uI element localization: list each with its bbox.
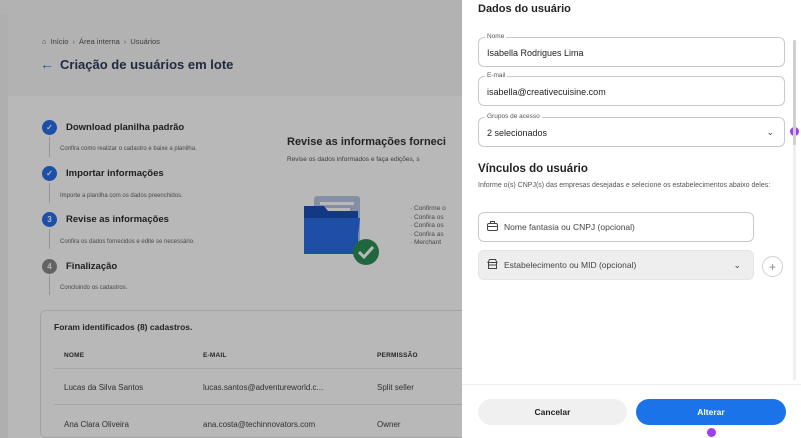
store-icon: [487, 259, 498, 271]
name-field[interactable]: Nome Isabella Rodrigues Lima: [478, 33, 785, 67]
cnpj-placeholder: Nome fantasia ou CNPJ (opcional): [504, 222, 635, 232]
alter-button[interactable]: Alterar: [636, 399, 786, 425]
modal-overlay[interactable]: [0, 0, 462, 438]
add-link-button[interactable]: +: [762, 256, 783, 277]
plus-icon: +: [768, 259, 776, 274]
cnpj-search-input[interactable]: Nome fantasia ou CNPJ (opcional): [478, 212, 754, 242]
panel-scrollbar[interactable]: [793, 40, 796, 380]
email-field[interactable]: E-mail isabella@creativecuisine.com: [478, 72, 785, 106]
establishment-placeholder: Estabelecimento ou MID (opcional): [504, 260, 637, 270]
briefcase-icon: [487, 221, 498, 233]
panel-title: Dados do usuário: [478, 3, 571, 15]
name-label: Nome: [485, 33, 507, 40]
links-description: Informe o(s) CNPJ(s) das empresas deseja…: [478, 182, 771, 189]
access-groups-label: Grupos de acesso: [485, 113, 542, 120]
chevron-down-icon: ⌄: [766, 127, 774, 137]
chevron-down-icon: ⌄: [733, 260, 741, 270]
name-value[interactable]: Isabella Rodrigues Lima: [487, 48, 584, 58]
footer-divider: [462, 384, 801, 385]
access-groups-value: 2 selecionados: [487, 128, 548, 138]
email-value[interactable]: isabella@creativecuisine.com: [487, 87, 606, 97]
links-title: Vínculos do usuário: [478, 163, 588, 175]
email-label: E-mail: [485, 72, 508, 79]
scrollbar-thumb[interactable]: [793, 40, 796, 145]
establishment-select[interactable]: Estabelecimento ou MID (opcional) ⌄: [478, 250, 754, 280]
cancel-button[interactable]: Cancelar: [478, 399, 627, 425]
cursor-marker: [707, 428, 716, 437]
access-groups-select[interactable]: Grupos de acesso 2 selecionados ⌄: [478, 113, 785, 147]
